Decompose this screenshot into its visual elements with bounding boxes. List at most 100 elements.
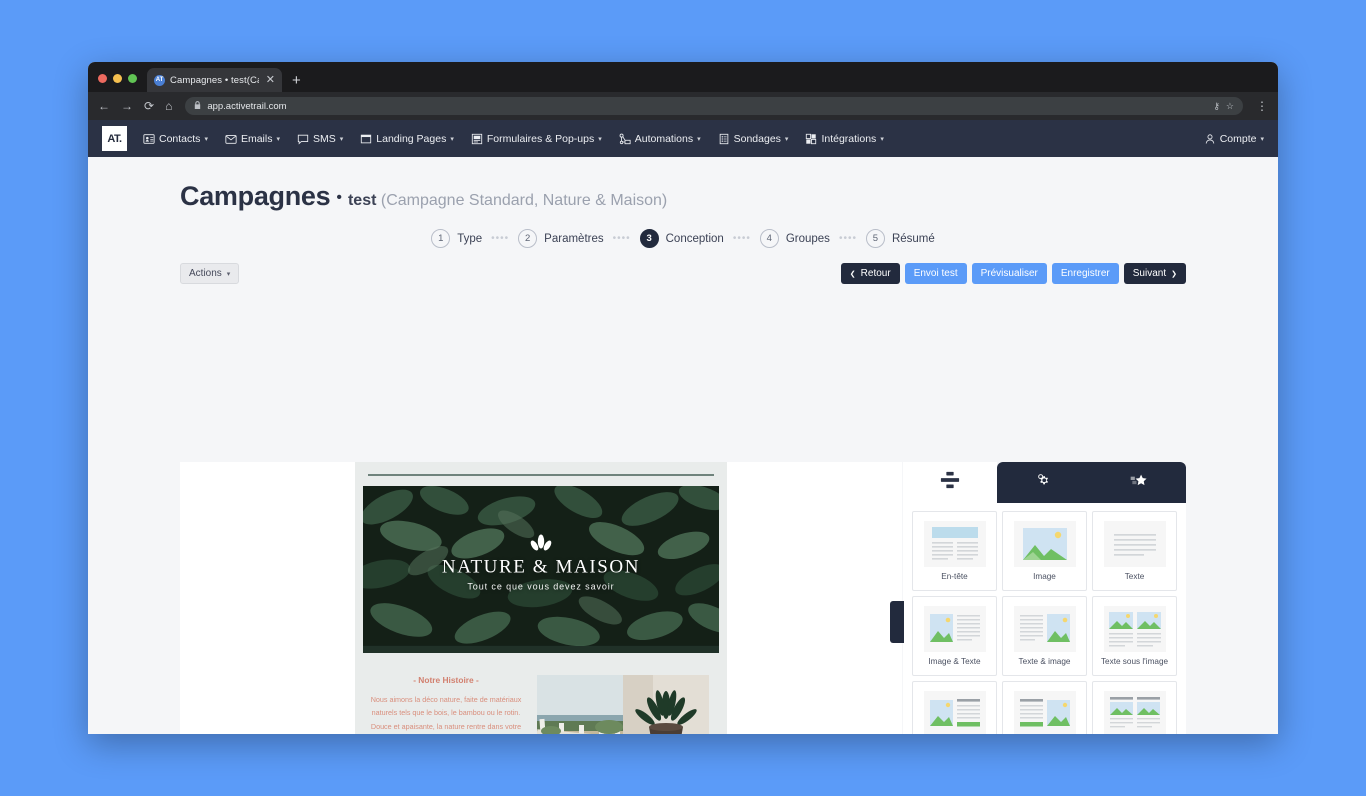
window-controls[interactable] (98, 74, 137, 92)
save-button[interactable]: Enregistrer (1052, 263, 1119, 284)
nav-label-landing-pages: Landing Pages (376, 133, 446, 145)
story-block[interactable]: - Notre Histoire - Nous aimons la déco n… (355, 661, 727, 734)
nav-item-surveys[interactable]: Sondages ▾ (718, 133, 789, 145)
article-left-block-icon (1014, 691, 1076, 734)
text-block-icon (1104, 521, 1166, 567)
story-text-column: - Notre Histoire - Nous aimons la déco n… (367, 675, 525, 734)
actions-button[interactable]: Actions ▾ (180, 263, 239, 284)
email-canvas[interactable]: NATURE & MAISON Tout ce que vous devez s… (180, 462, 902, 734)
browser-tab[interactable]: AT Campagnes • test(Campagne ✕ (147, 68, 282, 92)
nav-item-contacts[interactable]: Contacts ▾ (143, 133, 208, 145)
sms-icon (297, 133, 309, 145)
chevron-down-icon: ▾ (880, 135, 884, 143)
nav-item-integrations[interactable]: Intégrations ▾ (805, 133, 883, 145)
back-button[interactable]: ❮ Retour (841, 263, 900, 284)
step-label: Groupes (786, 233, 830, 245)
nav-item-automations[interactable]: Automations ▾ (619, 133, 701, 145)
preview-button[interactable]: Prévisualiser (972, 263, 1047, 284)
browser-menu-icon[interactable]: ⋮ (1256, 100, 1268, 112)
nav-label-account: Compte (1220, 133, 1257, 145)
step-type[interactable]: 1 Type (431, 229, 482, 248)
activetrail-logo[interactable]: AT. (102, 126, 127, 151)
nav-item-forms[interactable]: Formulaires & Pop-ups ▾ (471, 133, 602, 145)
block-image[interactable]: Image (1002, 511, 1087, 591)
nav-label-automations: Automations (635, 133, 693, 145)
hero-subtitle: Tout ce que vous devez savoir (363, 581, 719, 591)
back-icon[interactable]: ← (98, 100, 110, 112)
step-connector: •••• (491, 233, 509, 244)
block-image-texte[interactable]: Image & Texte (912, 596, 997, 676)
potted-plant-photo (623, 675, 709, 734)
minimize-window-button[interactable] (113, 74, 122, 83)
step-resume[interactable]: 5 Résumé (866, 229, 935, 248)
step-label: Conception (666, 233, 724, 245)
hero-text: NATURE & MAISON Tout ce que vous devez s… (363, 534, 719, 591)
block-label: Texte sous l'image (1101, 657, 1168, 667)
blocks-tab[interactable] (903, 462, 997, 503)
next-button[interactable]: Suivant ❯ (1124, 263, 1186, 284)
home-icon[interactable]: ⌂ (165, 100, 172, 112)
block-en-tete[interactable]: En-tête (912, 511, 997, 591)
block-label: En-tête (941, 572, 967, 582)
title-separator: • (336, 189, 342, 206)
chevron-down-icon: ▾ (1260, 135, 1264, 143)
hero-block[interactable]: NATURE & MAISON Tout ce que vous devez s… (363, 486, 719, 653)
send-test-button[interactable]: Envoi test (905, 263, 967, 284)
chevron-down-icon: ▾ (697, 135, 701, 143)
actions-label: Actions (189, 268, 222, 279)
blocks-panel: En-tête Image (903, 462, 1186, 734)
block-texte[interactable]: Texte (1092, 511, 1177, 591)
key-icon[interactable]: ⚷ (1213, 101, 1220, 112)
panel-tabs (903, 462, 1186, 503)
panel-collapse-handle[interactable] (890, 601, 904, 643)
step-parametres[interactable]: 2 Paramètres (518, 229, 603, 248)
close-icon[interactable]: ✕ (264, 75, 277, 86)
image-text-block-icon (924, 606, 986, 652)
step-conception[interactable]: 3 Conception (640, 229, 724, 248)
top-divider (368, 474, 714, 476)
block-texte-image[interactable]: Texte & image (1002, 596, 1087, 676)
reload-icon[interactable]: ⟳ (144, 100, 154, 112)
block-texte-sous-image[interactable]: Texte sous l'image (1092, 596, 1177, 676)
block-label: Texte (1125, 572, 1145, 582)
chevron-right-icon: ❯ (1171, 270, 1177, 278)
step-number: 2 (518, 229, 537, 248)
block-produits[interactable]: Produits (1092, 681, 1177, 734)
maximize-window-button[interactable] (128, 74, 137, 83)
story-body: Nous aimons la déco nature, faite de mat… (367, 693, 525, 734)
block-article-droite[interactable]: Article droite (912, 681, 997, 734)
step-groupes[interactable]: 4 Groupes (760, 229, 830, 248)
next-button-label: Suivant (1133, 268, 1166, 279)
browser-window: AT Campagnes • test(Campagne ✕ + ← → ⟳ ⌂… (88, 62, 1278, 734)
close-window-button[interactable] (98, 74, 107, 83)
step-connector: •••• (613, 233, 631, 244)
seaside-fence-photo (537, 675, 623, 734)
chevron-left-icon: ❮ (850, 270, 856, 278)
send-test-label: Envoi test (914, 268, 958, 279)
campaign-name: test (348, 192, 376, 209)
nav-item-emails[interactable]: Emails ▾ (225, 133, 280, 145)
nav-item-account[interactable]: Compte ▾ (1204, 133, 1264, 145)
chevron-down-icon: ▾ (340, 135, 344, 143)
new-tab-button[interactable]: + (292, 73, 301, 92)
forward-icon[interactable]: → (121, 100, 133, 112)
chevron-down-icon: ▾ (785, 135, 789, 143)
settings-tab[interactable] (997, 462, 1091, 503)
block-article-gauche[interactable]: Article gauche (1002, 681, 1087, 734)
address-bar[interactable]: app.activetrail.com ⚷ ☆ (185, 97, 1243, 115)
action-toolbar: Actions ▾ ❮ Retour Envoi test Prévisuali… (88, 263, 1278, 284)
nav-label-contacts: Contacts (159, 133, 200, 145)
page-title: Campagnes•test (Campagne Standard, Natur… (88, 157, 1278, 212)
bookmark-star-icon[interactable]: ☆ (1226, 101, 1234, 112)
extras-tab[interactable] (1092, 462, 1186, 503)
survey-icon (718, 133, 730, 145)
blocks-palette[interactable]: En-tête Image (903, 503, 1186, 734)
nav-item-landing-pages[interactable]: Landing Pages ▾ (360, 133, 454, 145)
wizard-steps: 1 Type •••• 2 Paramètres •••• 3 Concepti… (88, 229, 1278, 248)
article-right-block-icon (924, 691, 986, 734)
nav-item-sms[interactable]: SMS ▾ (297, 133, 343, 145)
hero-title: NATURE & MAISON (363, 556, 719, 578)
save-label: Enregistrer (1061, 268, 1110, 279)
campaign-meta: (Campagne Standard, Nature & Maison) (381, 192, 667, 209)
leaf-logo-icon (363, 534, 719, 554)
